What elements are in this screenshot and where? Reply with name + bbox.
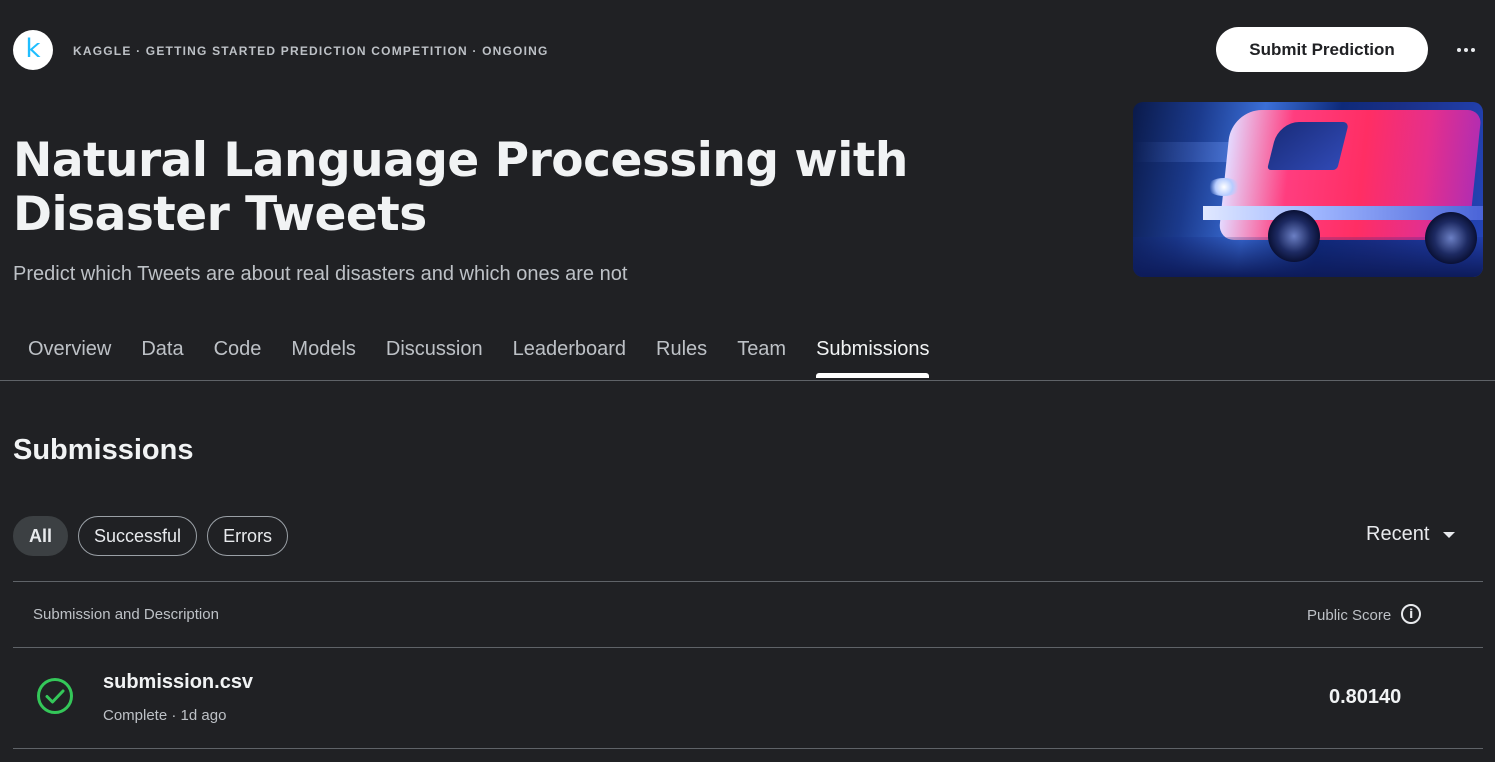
filter-successful-chip[interactable]: Successful [78,516,198,556]
submission-status: Complete · 1d ago [103,707,227,724]
column-header-public-score: Public Score i [1307,604,1422,624]
submission-filters: All Successful Errors [13,516,289,556]
section-title: Submissions [13,434,194,466]
tab-code[interactable]: Code [199,328,277,377]
info-icon[interactable]: i [1401,604,1422,624]
public-score-label: Public Score [1307,606,1392,624]
table-top-divider [13,581,1483,582]
tab-leaderboard[interactable]: Leaderboard [498,328,641,377]
page-title: Natural Language Processing with Disaste… [13,133,908,242]
tab-rules[interactable]: Rules [641,328,722,377]
submission-file-name[interactable]: submission.csv [103,671,253,694]
column-header-submission: Submission and Description [33,606,219,623]
sort-label: Recent [1366,523,1430,545]
filter-errors-chip[interactable]: Errors [207,516,289,556]
competition-header-image [1133,102,1483,277]
competition-tabs: Overview Data Code Models Discussion Lea… [13,328,944,378]
row-divider [13,748,1483,749]
header-divider [13,647,1483,648]
breadcrumb: KAGGLE · GETTING STARTED PREDICTION COMP… [73,44,549,58]
check-circle-icon [37,678,73,714]
more-options-icon[interactable] [1452,36,1480,64]
tab-overview[interactable]: Overview [13,328,126,377]
tabs-divider [0,380,1495,381]
kaggle-logo-glyph: k [25,33,41,64]
kaggle-logo[interactable]: k [13,30,53,70]
tab-models[interactable]: Models [276,328,370,377]
public-score-value: 0.80140 [1329,686,1402,708]
filter-all-chip[interactable]: All [13,516,69,556]
tab-team[interactable]: Team [722,328,801,377]
tab-data[interactable]: Data [126,328,198,377]
tab-submissions[interactable]: Submissions [801,328,944,378]
page-subtitle: Predict which Tweets are about real disa… [13,263,628,285]
caret-down-icon [1443,531,1456,538]
submit-prediction-button[interactable]: Submit Prediction [1216,27,1428,72]
tab-discussion[interactable]: Discussion [371,328,498,377]
sort-dropdown[interactable]: Recent [1366,523,1456,546]
